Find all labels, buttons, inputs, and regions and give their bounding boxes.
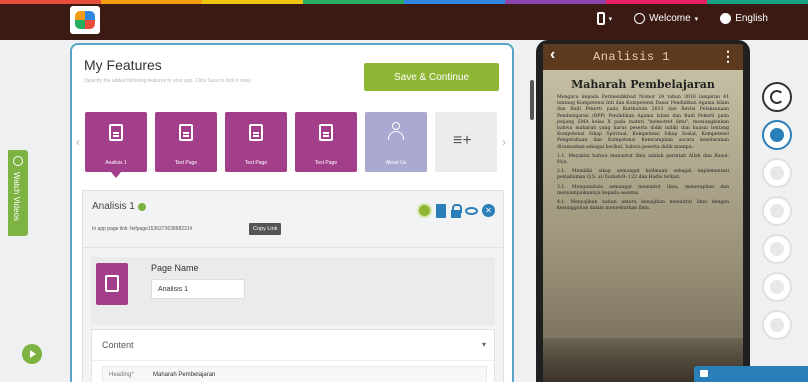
page-card-label: Text Page [174,160,198,166]
phone-heading: Maharah Pembelajaran [571,78,715,91]
top-nav: ▾ Welcome ▾ English [596,12,768,25]
top-bar: ▾ Welcome ▾ English [0,0,808,40]
divider [92,360,494,361]
watch-videos-label: Watch Videos [12,172,21,221]
document-icon [319,124,333,141]
stripe-segment [0,0,101,4]
more-icon[interactable]: ⋮ [721,48,735,65]
page-card-text-page[interactable]: Text Page [295,112,357,172]
chevron-down-icon: ▾ [694,15,699,23]
page-type-icon [96,263,128,305]
page-title: My Features [84,57,162,73]
page-list: Analisis 1 Text Page Text Page Text Page… [85,112,497,178]
chevron-down-icon: ▾ [608,15,613,23]
heading-label: Heading* [109,372,134,378]
apple-icon[interactable] [762,158,792,188]
add-list-icon: ≡+ [453,132,472,149]
stripe-segment [505,0,606,4]
features-panel: My Features (Specify the added following… [70,43,514,382]
chat-icon [700,370,708,377]
refresh-icon[interactable] [762,82,792,112]
page-card-label: Text Page [244,160,268,166]
page-card-text-page[interactable]: Text Page [155,112,217,172]
editor-actions: ✕ [417,203,495,218]
page-name-label: Page Name [151,263,199,273]
page-link-text: In app page link: feifpage15363736389823… [92,226,193,232]
content-label: Content [102,340,134,350]
chat-widget[interactable] [694,366,808,382]
phone-preview: ‹ Analisis 1 ⋮ Maharah Pembelajaran Meng… [536,40,750,382]
page-card-label: Analisis 1 [105,160,127,166]
phone-header: ‹ Analisis 1 ⋮ [543,44,743,70]
blackberry-icon[interactable] [762,234,792,264]
phone-side-button [530,80,534,120]
toggle-icon[interactable] [417,203,432,218]
phone-icon [596,12,605,25]
heading-value: Maharah Pembelajaran [153,372,216,378]
watch-videos-tab[interactable]: Watch Videos [8,150,28,236]
trash-icon[interactable] [436,203,446,218]
status-ok-icon [137,202,146,211]
stripe-segment [101,0,202,4]
phone-paragraph: Mengacu kepada Permendikbud Nomor 24 tah… [557,95,729,150]
user-icon [634,13,646,24]
heading-field[interactable]: Heading* Maharah Pembelajaran [102,366,487,382]
document-icon [249,124,263,141]
device-selector[interactable]: ▾ [596,12,613,25]
eye-icon[interactable] [465,206,478,215]
desktop-icon[interactable] [762,310,792,340]
phone-item: 2.1. Memiliki sikap semangat keilmuan se… [557,169,729,181]
windows-icon[interactable] [762,196,792,226]
app-logo[interactable] [70,6,100,34]
lock-icon[interactable] [450,203,462,218]
divider [83,247,503,248]
help-icon [13,156,23,166]
add-page-button[interactable]: ≡+ [435,112,497,172]
phone-title: Analisis 1 [593,50,671,64]
android-icon[interactable] [762,120,792,150]
close-icon[interactable]: ✕ [482,204,495,217]
editor-title: Analisis 1 [92,201,146,212]
scroll-right-icon[interactable]: › [502,135,506,149]
page-card-analisis-1[interactable]: Analisis 1 [85,112,147,178]
stripe-segment [404,0,505,4]
stripe-segment [303,0,404,4]
document-icon [105,275,119,292]
color-stripe [0,0,808,4]
phone-content: Maharah Pembelajaran Mengacu kepada Perm… [543,70,743,382]
chevron-down-icon[interactable]: ▾ [482,340,486,349]
page-card-text-page[interactable]: Text Page [225,112,287,172]
page-name-input[interactable] [151,279,245,299]
scroll-left-icon[interactable]: ‹ [76,135,80,149]
amazon-icon[interactable] [762,272,792,302]
document-icon [179,124,193,141]
language-selector[interactable]: English [720,13,768,24]
stripe-segment [606,0,707,4]
copy-link-button[interactable]: Copy Link [249,223,282,235]
stripe-segment [707,0,808,4]
welcome-menu[interactable]: Welcome ▾ [634,13,698,24]
save-continue-button[interactable]: Save & Continue [364,63,499,91]
globe-icon [720,13,732,24]
phone-item: 3.1. Menganalisis semangat menuntut ilmu… [557,184,729,196]
page-editor: Analisis 1 In app page link: feifpage153… [82,190,504,382]
welcome-label: Welcome [649,13,691,24]
document-icon [109,124,123,141]
page-subtitle: (Specify the added following features to… [84,78,251,84]
page-card-label: About Us [385,160,407,166]
editor-title-text: Analisis 1 [92,201,135,212]
content-section: Content ▾ Heading* Maharah Pembelajaran [91,329,495,382]
play-video-button[interactable] [22,344,42,364]
page-card-label: Text Page [314,160,338,166]
language-label: English [735,13,768,24]
person-icon [388,122,404,142]
stripe-segment [202,0,303,4]
page-card-about-us[interactable]: About Us [365,112,427,172]
back-icon[interactable]: ‹ [550,46,555,64]
phone-item: 1.1. Meyakini bahwa menuntut ilmu adalah… [557,153,729,166]
phone-item: 4.1. Menyajikan kaitan antara kewajiban … [557,200,729,212]
